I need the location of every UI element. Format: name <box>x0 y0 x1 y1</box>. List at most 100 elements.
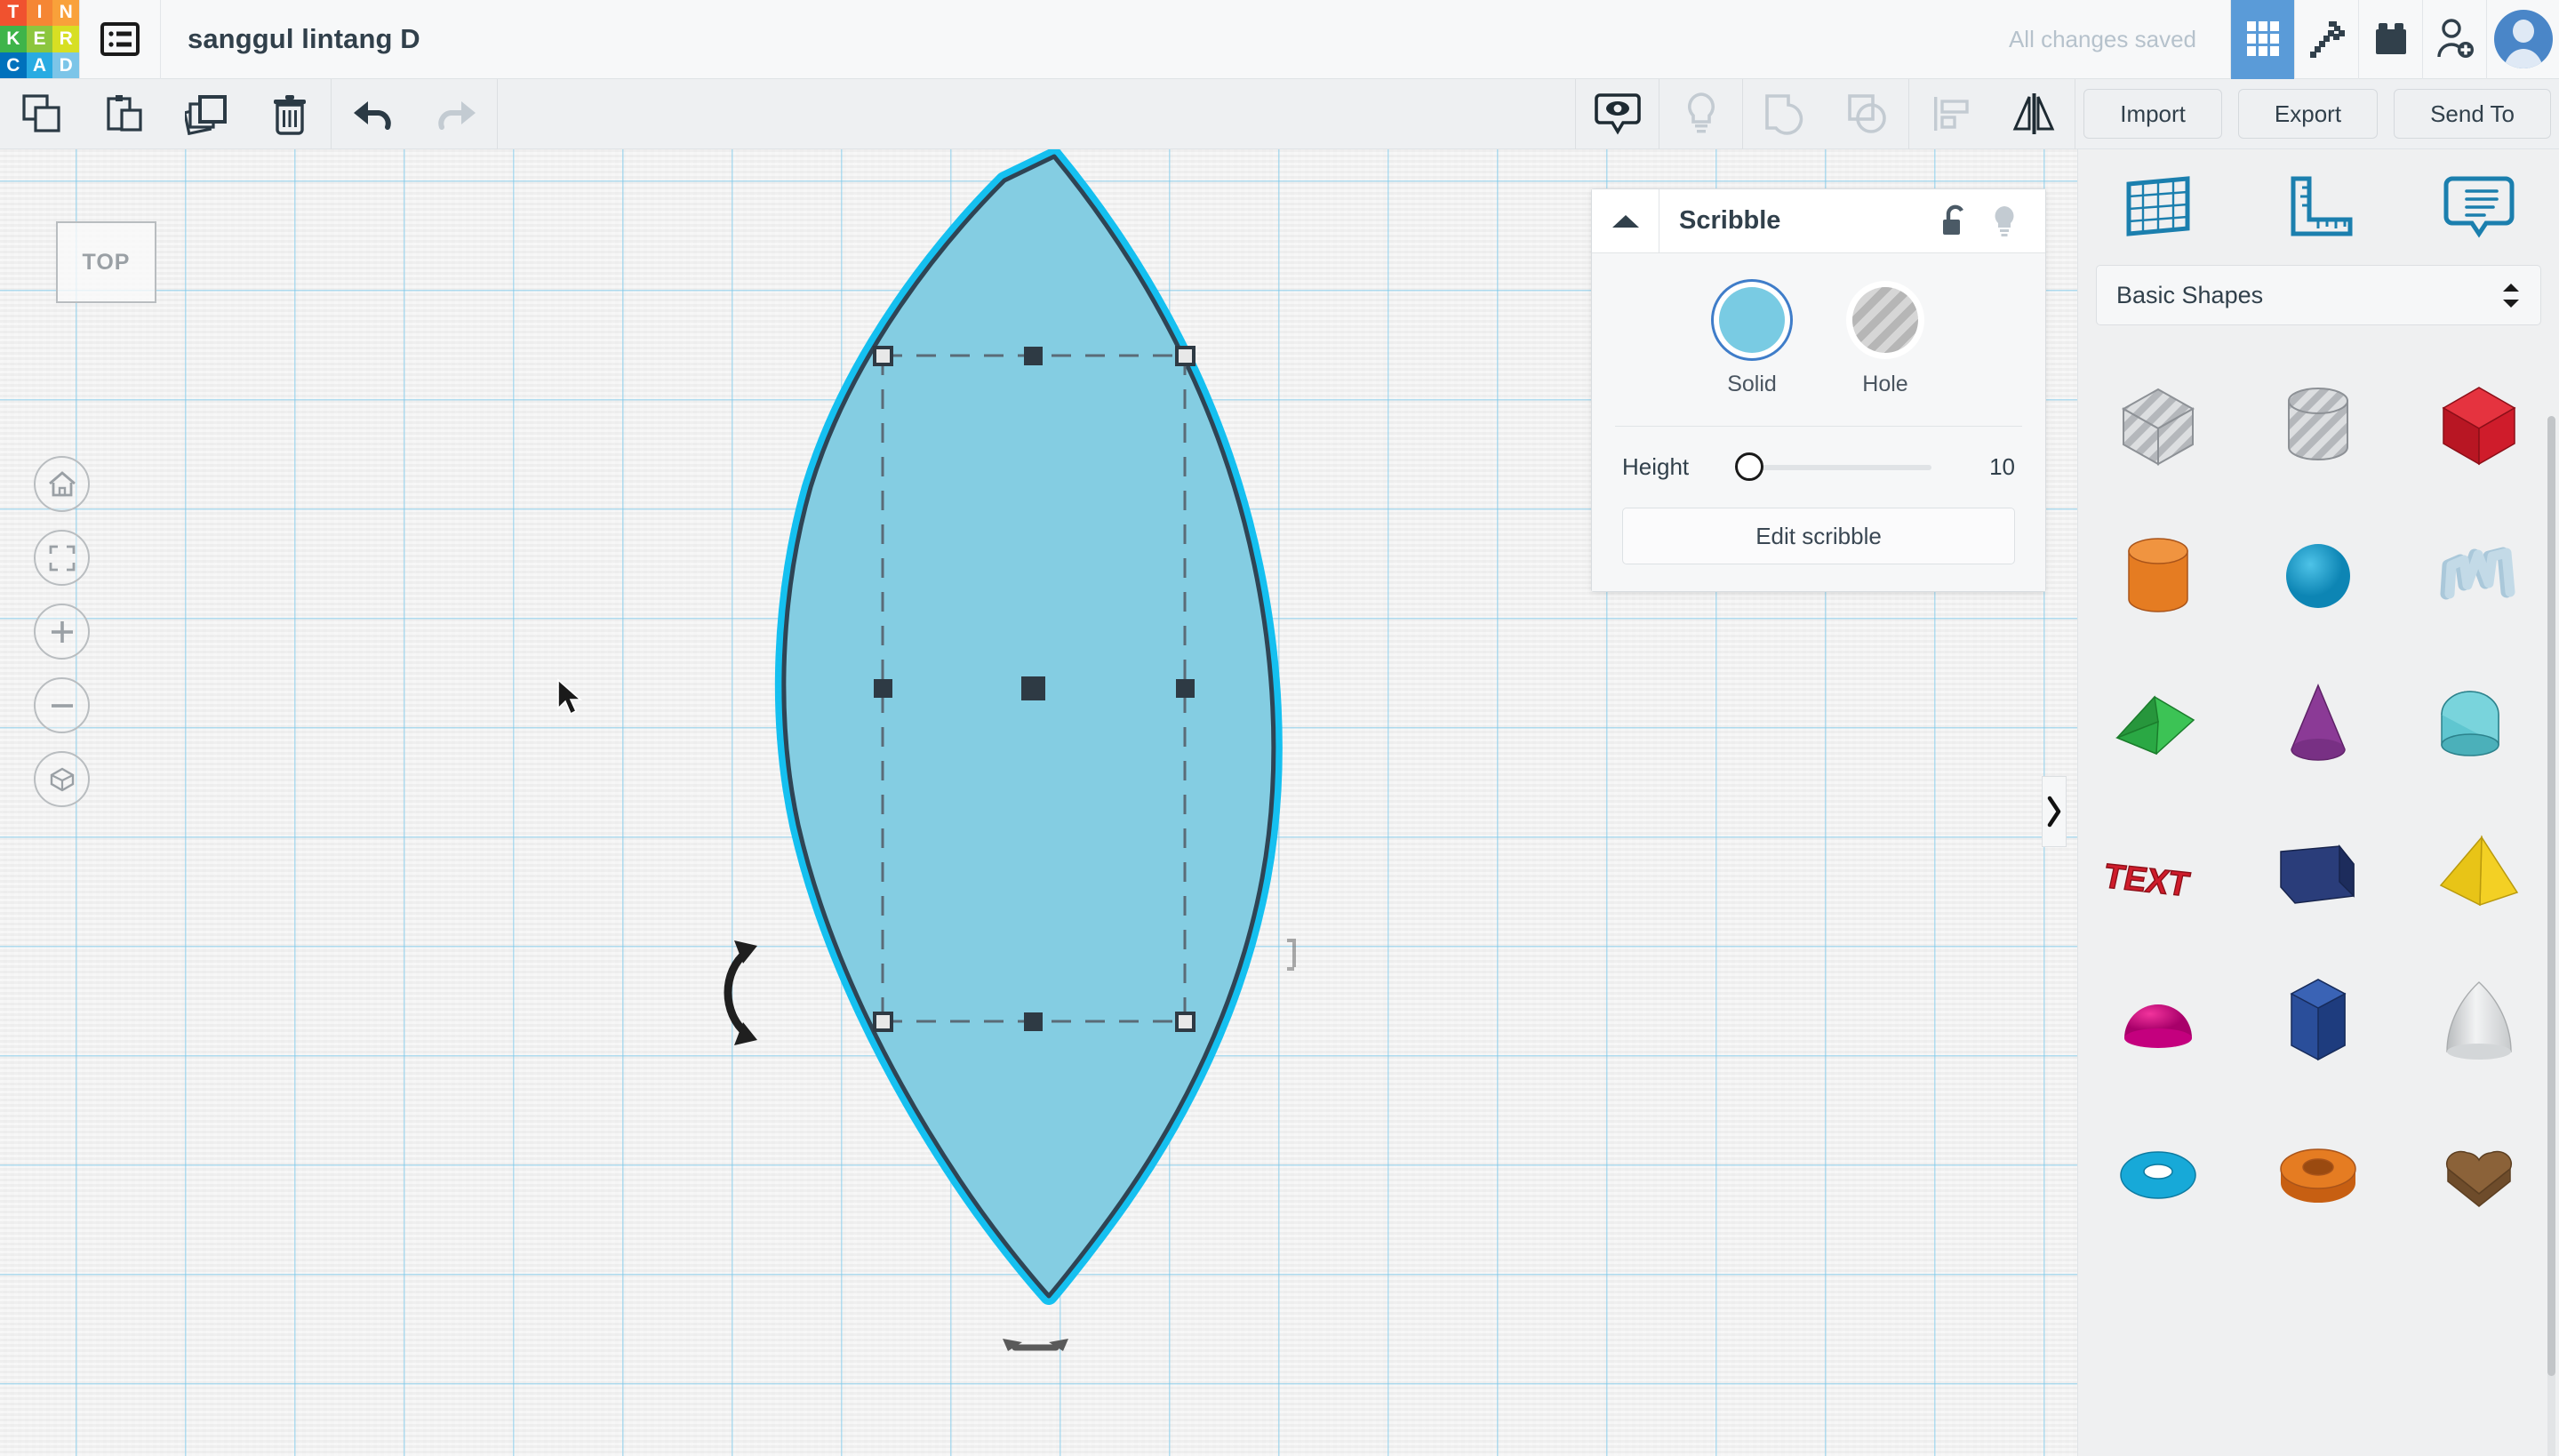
shape-item-pyramid-yellow[interactable] <box>2399 798 2559 948</box>
logo-tile-k: K <box>0 26 27 52</box>
shape-item-box-red[interactable] <box>2399 350 2559 500</box>
scribble-shape-body[interactable] <box>781 154 1276 1299</box>
shape-item-cone-purple[interactable] <box>2238 649 2398 798</box>
user-account-button[interactable] <box>2486 0 2559 79</box>
tinkercad-app: TINKERCAD sanggul lintang D All changes … <box>0 0 2559 1456</box>
scale-handle-bottom-left[interactable] <box>873 1012 893 1032</box>
height-slider[interactable] <box>1735 452 1931 481</box>
shape-item-box-navy[interactable] <box>2238 798 2398 948</box>
notes-button[interactable] <box>1576 79 1659 149</box>
solid-label: Solid <box>1727 372 1777 396</box>
pyramid-yellow-thumbnail <box>2439 835 2518 907</box>
delete-button[interactable] <box>248 79 331 149</box>
shapes-sidebar: Basic Shapes TEXT <box>2077 149 2559 1456</box>
hole-swatch <box>1852 287 1918 353</box>
hexprism-navy-thumbnail <box>2290 979 2347 1061</box>
scale-handle-bottom-mid[interactable] <box>1024 1012 1043 1031</box>
hole-option[interactable]: Hole <box>1852 287 1918 397</box>
header-minecraft-button[interactable] <box>2294 0 2358 79</box>
shape-category-dropdown[interactable]: Basic Shapes <box>2096 265 2541 325</box>
shape-item-wedge-green[interactable] <box>2078 649 2238 798</box>
shape-item-sphere-blue[interactable] <box>2238 500 2398 649</box>
shape-item-torus-blue[interactable] <box>2078 1097 2238 1246</box>
height-handle-marker[interactable] <box>1287 939 1296 971</box>
sidebar-collapse-tab[interactable] <box>2042 776 2067 847</box>
scribble-thumbnail <box>2440 547 2515 600</box>
shape-item-heart-brown[interactable] <box>2399 1097 2559 1246</box>
sidebar-tab-notes[interactable] <box>2399 173 2559 241</box>
shape-item-cylinder-orange[interactable] <box>2078 500 2238 649</box>
visibility-toggle-button[interactable] <box>1979 204 2029 239</box>
align-button[interactable] <box>1909 79 1992 149</box>
shape-item-hexprism-navy[interactable] <box>2238 948 2398 1097</box>
height-slider-knob[interactable] <box>1735 452 1763 481</box>
paste-icon <box>106 95 142 132</box>
toolbar-divider-2 <box>497 78 498 149</box>
designs-menu-button[interactable] <box>79 0 161 79</box>
header-blocks-button[interactable] <box>2358 0 2422 79</box>
ruler-icon <box>2291 176 2353 236</box>
scale-handle-bottom-right[interactable] <box>1175 1012 1196 1032</box>
send-to-button[interactable]: Send To <box>2394 89 2551 139</box>
chevron-up-icon <box>2503 283 2519 292</box>
group-button[interactable] <box>1743 79 1826 149</box>
duplicate-button[interactable] <box>165 79 248 149</box>
shape-item-halfsphere-pink[interactable] <box>2078 948 2238 1097</box>
scale-handle-right-mid[interactable] <box>1176 679 1195 698</box>
document-title[interactable]: sanggul lintang D <box>188 23 420 55</box>
cylinder-orange-thumbnail <box>2128 538 2188 612</box>
scale-handle-top-right[interactable] <box>1175 346 1196 366</box>
wedge-green-thumbnail <box>2115 695 2195 756</box>
scale-handle-top-mid[interactable] <box>1024 347 1043 365</box>
tube-orange-thumbnail <box>2280 1148 2357 1203</box>
box-navy-thumbnail <box>2280 844 2355 904</box>
paraboloid-white-thumbnail <box>2446 981 2512 1060</box>
header-invite-button[interactable] <box>2422 0 2486 79</box>
ungroup-button[interactable] <box>1826 79 1908 149</box>
header-grid-designs-button[interactable] <box>2230 0 2294 79</box>
logo-tile-n: N <box>52 0 79 27</box>
sidebar-scrollbar-thumb[interactable] <box>2547 416 2555 1376</box>
shape-palette-grid: TEXT <box>2078 350 2559 1246</box>
scale-handle-top-left[interactable] <box>873 346 893 366</box>
shape-item-paraboloid-white[interactable] <box>2399 948 2559 1097</box>
shape-item-scribble[interactable] <box>2399 500 2559 649</box>
move-handle-center[interactable] <box>1021 676 1045 700</box>
height-value[interactable]: 10 <box>1958 453 2015 481</box>
halfsphere-pink-thumbnail <box>2124 1004 2193 1048</box>
mirror-button[interactable] <box>1992 79 2075 149</box>
redo-icon <box>437 101 476 130</box>
height-label: Height <box>1622 453 1690 480</box>
edit-scribble-button[interactable]: Edit scribble <box>1622 508 2015 564</box>
undo-button[interactable] <box>332 79 414 149</box>
shape-item-tube-orange[interactable] <box>2238 1097 2398 1246</box>
text-red-thumbnail: TEXT <box>2105 857 2193 904</box>
redo-button[interactable] <box>414 79 497 149</box>
paste-button[interactable] <box>83 79 165 149</box>
cylinder-hole-thumbnail <box>2288 388 2349 460</box>
scale-handle-left-mid[interactable] <box>874 679 892 698</box>
solid-swatch <box>1719 287 1785 353</box>
import-button[interactable]: Import <box>2083 89 2222 139</box>
copy-button[interactable] <box>0 79 83 149</box>
sidebar-tab-workplane[interactable] <box>2078 173 2238 241</box>
tinkercad-logo[interactable]: TINKERCAD <box>0 0 79 79</box>
solid-option[interactable]: Solid <box>1719 287 1785 397</box>
logo-tile-r: R <box>52 26 79 52</box>
rotate-handle-left[interactable] <box>724 940 757 1045</box>
shape-item-text-red[interactable]: TEXT <box>2078 798 2238 948</box>
workplane-grid-icon <box>2126 176 2190 236</box>
shape-item-halfcylinder-teal[interactable] <box>2399 649 2559 798</box>
chevron-down-icon <box>2503 299 2519 308</box>
rotate-handle-bottom[interactable] <box>1003 1339 1068 1351</box>
triangle-up-icon <box>1611 214 1639 228</box>
note-eye-icon <box>1594 93 1641 135</box>
sidebar-tab-ruler[interactable] <box>2238 173 2398 241</box>
export-button[interactable]: Export <box>2237 89 2379 139</box>
lock-toggle-button[interactable] <box>1930 204 1979 239</box>
inspector-collapse-button[interactable] <box>1592 188 1659 253</box>
shape-item-box-hole[interactable] <box>2078 350 2238 500</box>
lightbulb-button[interactable] <box>1659 79 1742 149</box>
shape-item-cylinder-hole[interactable] <box>2238 350 2398 500</box>
cone-purple-thumbnail <box>2291 684 2347 761</box>
